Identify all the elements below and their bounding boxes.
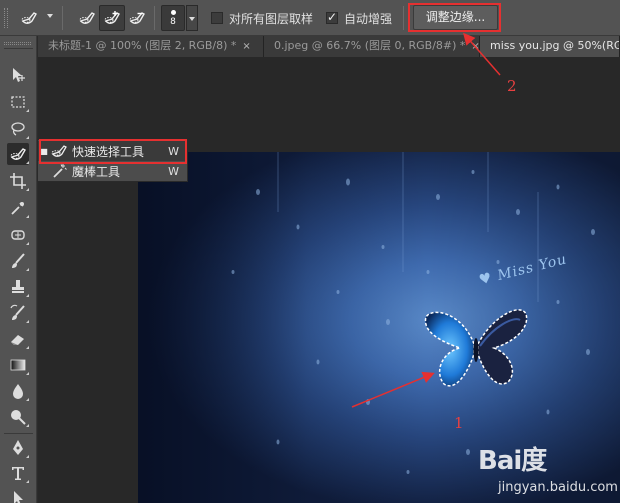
move-tool-icon[interactable] <box>7 64 29 86</box>
tools-panel <box>0 36 37 503</box>
subtract-from-selection-icon[interactable] <box>124 5 150 31</box>
tab-untitled-1[interactable]: 未标题-1 @ 100% (图层 2, RGB/8) * × <box>38 36 264 57</box>
quick-selection-tool-icon <box>51 145 67 157</box>
lasso-tool-icon[interactable] <box>7 118 29 140</box>
shortcut-key: W <box>168 164 179 178</box>
tab-miss-you-jpg[interactable]: miss you.jpg @ 50%(RG <box>480 36 620 57</box>
close-tab-icon[interactable]: × <box>471 41 479 52</box>
eyedropper-tool-icon[interactable] <box>7 197 29 219</box>
brush-tip-icon <box>171 10 176 15</box>
new-selection-icon[interactable] <box>74 5 100 31</box>
eraser-tool-icon[interactable] <box>7 328 29 350</box>
tool-preset-picker-icon[interactable] <box>16 5 42 31</box>
flyout-item-label: 快速选择工具 <box>72 144 145 159</box>
tab-label: miss you.jpg @ 50%(RG <box>490 39 620 52</box>
brush-size-picker[interactable]: 8 <box>161 5 185 31</box>
brush-size-value: 8 <box>170 17 176 27</box>
magic-wand-tool-icon <box>53 164 67 178</box>
type-tool-icon[interactable] <box>7 462 29 484</box>
separator <box>62 6 63 30</box>
options-bar-grip[interactable] <box>4 8 8 28</box>
quick-selection-tool-icon[interactable] <box>7 143 29 165</box>
shortcut-key: W <box>168 144 179 158</box>
tab-label: 未标题-1 @ 100% (图层 2, RGB/8) * <box>48 39 237 52</box>
marquee-tool-icon[interactable] <box>7 91 29 113</box>
path-selection-tool-icon[interactable] <box>7 487 29 503</box>
baidu-watermark: Bai度 jingyan.baidu.com <box>478 440 618 502</box>
dodge-tool-icon[interactable] <box>7 406 29 428</box>
watermark-url: jingyan.baidu.com <box>498 480 618 495</box>
healing-brush-tool-icon[interactable] <box>7 224 29 246</box>
baidu-logo-text: Bai度 <box>478 446 547 476</box>
flyout-item-magic-wand[interactable]: 魔棒工具 W <box>38 161 187 181</box>
clone-stamp-tool-icon[interactable] <box>7 276 29 298</box>
sample-all-layers-label: 对所有图层取样 <box>229 12 314 26</box>
tools-panel-handle[interactable] <box>4 42 31 45</box>
pen-tool-icon[interactable] <box>7 437 29 459</box>
auto-enhance-label: 自动增强 <box>344 12 393 26</box>
document-tab-bar: 未标题-1 @ 100% (图层 2, RGB/8) * × 0.jpeg @ 6… <box>38 36 620 57</box>
tab-label: 0.jpeg @ 66.7% (图层 0, RGB/8#) * <box>274 39 466 52</box>
blur-tool-icon[interactable] <box>7 380 29 402</box>
tab-0-jpeg[interactable]: 0.jpeg @ 66.7% (图层 0, RGB/8#) * × <box>264 36 480 57</box>
sample-all-layers-checkbox[interactable] <box>211 12 223 24</box>
history-brush-tool-icon[interactable] <box>7 302 29 324</box>
options-bar: 8 对所有图层取样 自动增强 调整边缘... <box>0 0 620 36</box>
crop-tool-icon[interactable] <box>7 170 29 192</box>
refine-edge-button[interactable]: 调整边缘... <box>413 5 498 30</box>
flyout-item-quick-selection[interactable]: ■ 快速选择工具 W <box>38 141 187 161</box>
tool-preset-dropdown-icon[interactable] <box>47 14 53 20</box>
butterfly-selection[interactable] <box>422 292 532 402</box>
baidu-logo: Bai度 <box>478 440 547 477</box>
gradient-tool-icon[interactable] <box>7 354 29 376</box>
tool-flyout-menu: ■ 快速选择工具 W 魔棒工具 W <box>37 139 188 182</box>
flyout-item-label: 魔棒工具 <box>72 164 121 179</box>
add-to-selection-icon[interactable] <box>99 5 125 31</box>
selected-bullet-icon: ■ <box>40 146 48 156</box>
divider <box>4 48 33 49</box>
divider <box>4 433 33 434</box>
close-tab-icon[interactable]: × <box>242 41 250 52</box>
brush-size-dropdown[interactable] <box>186 5 198 31</box>
separator <box>403 6 404 30</box>
brush-tool-icon[interactable] <box>7 250 29 272</box>
canvas-area[interactable]: ♥ Miss You <box>38 57 620 503</box>
separator <box>154 6 155 30</box>
auto-enhance-checkbox[interactable] <box>326 10 338 24</box>
